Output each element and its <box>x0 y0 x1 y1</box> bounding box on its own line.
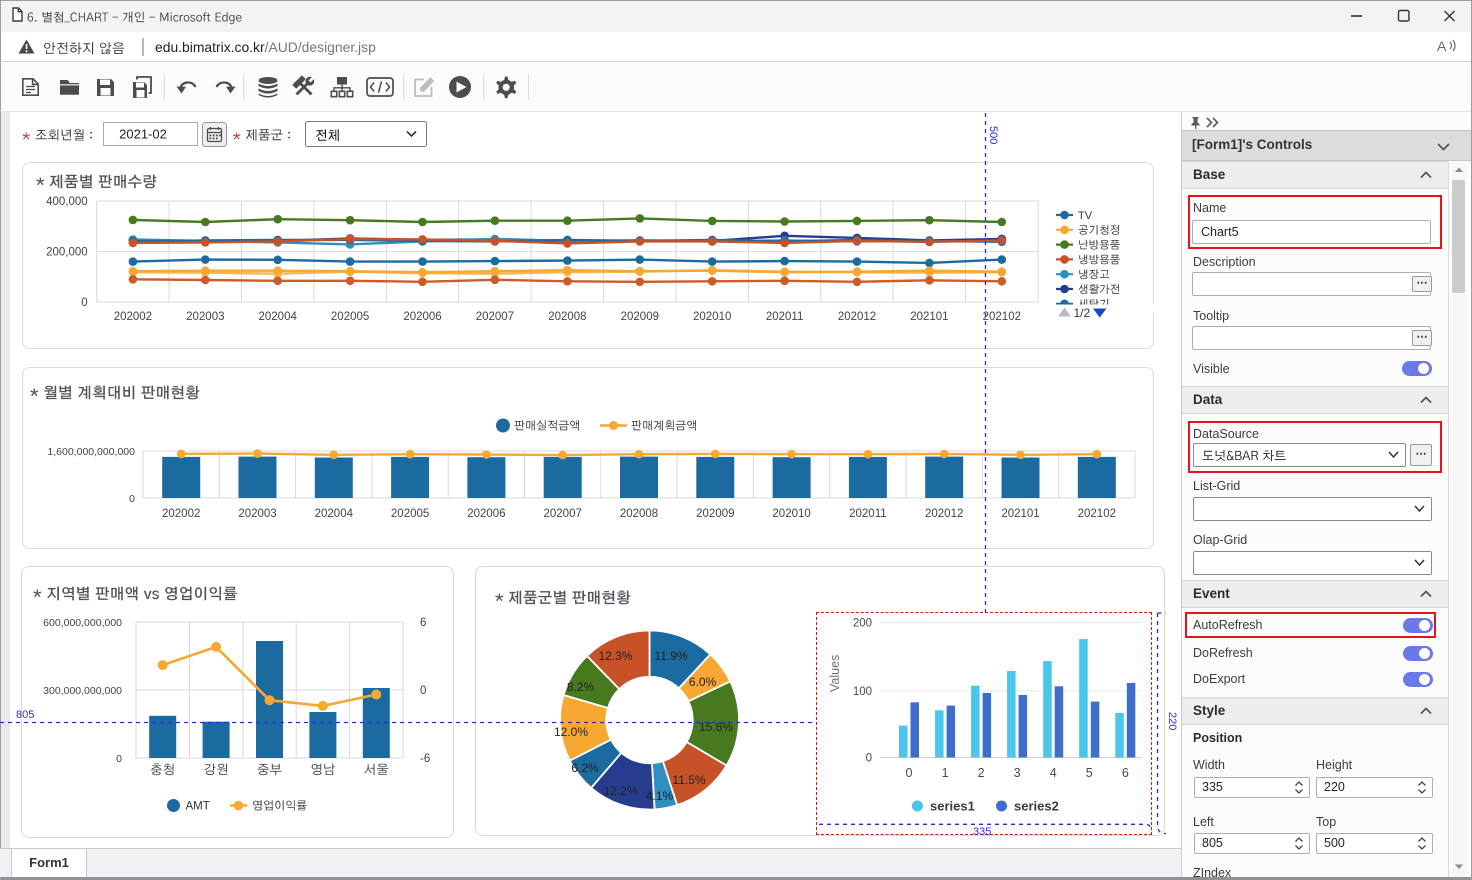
svg-text:805: 805 <box>16 709 34 721</box>
svg-text:220: 220 <box>1166 712 1178 730</box>
svg-text:335: 335 <box>973 826 991 838</box>
svg-text:500: 500 <box>987 126 999 144</box>
svg-text:A: A <box>1437 38 1447 53</box>
